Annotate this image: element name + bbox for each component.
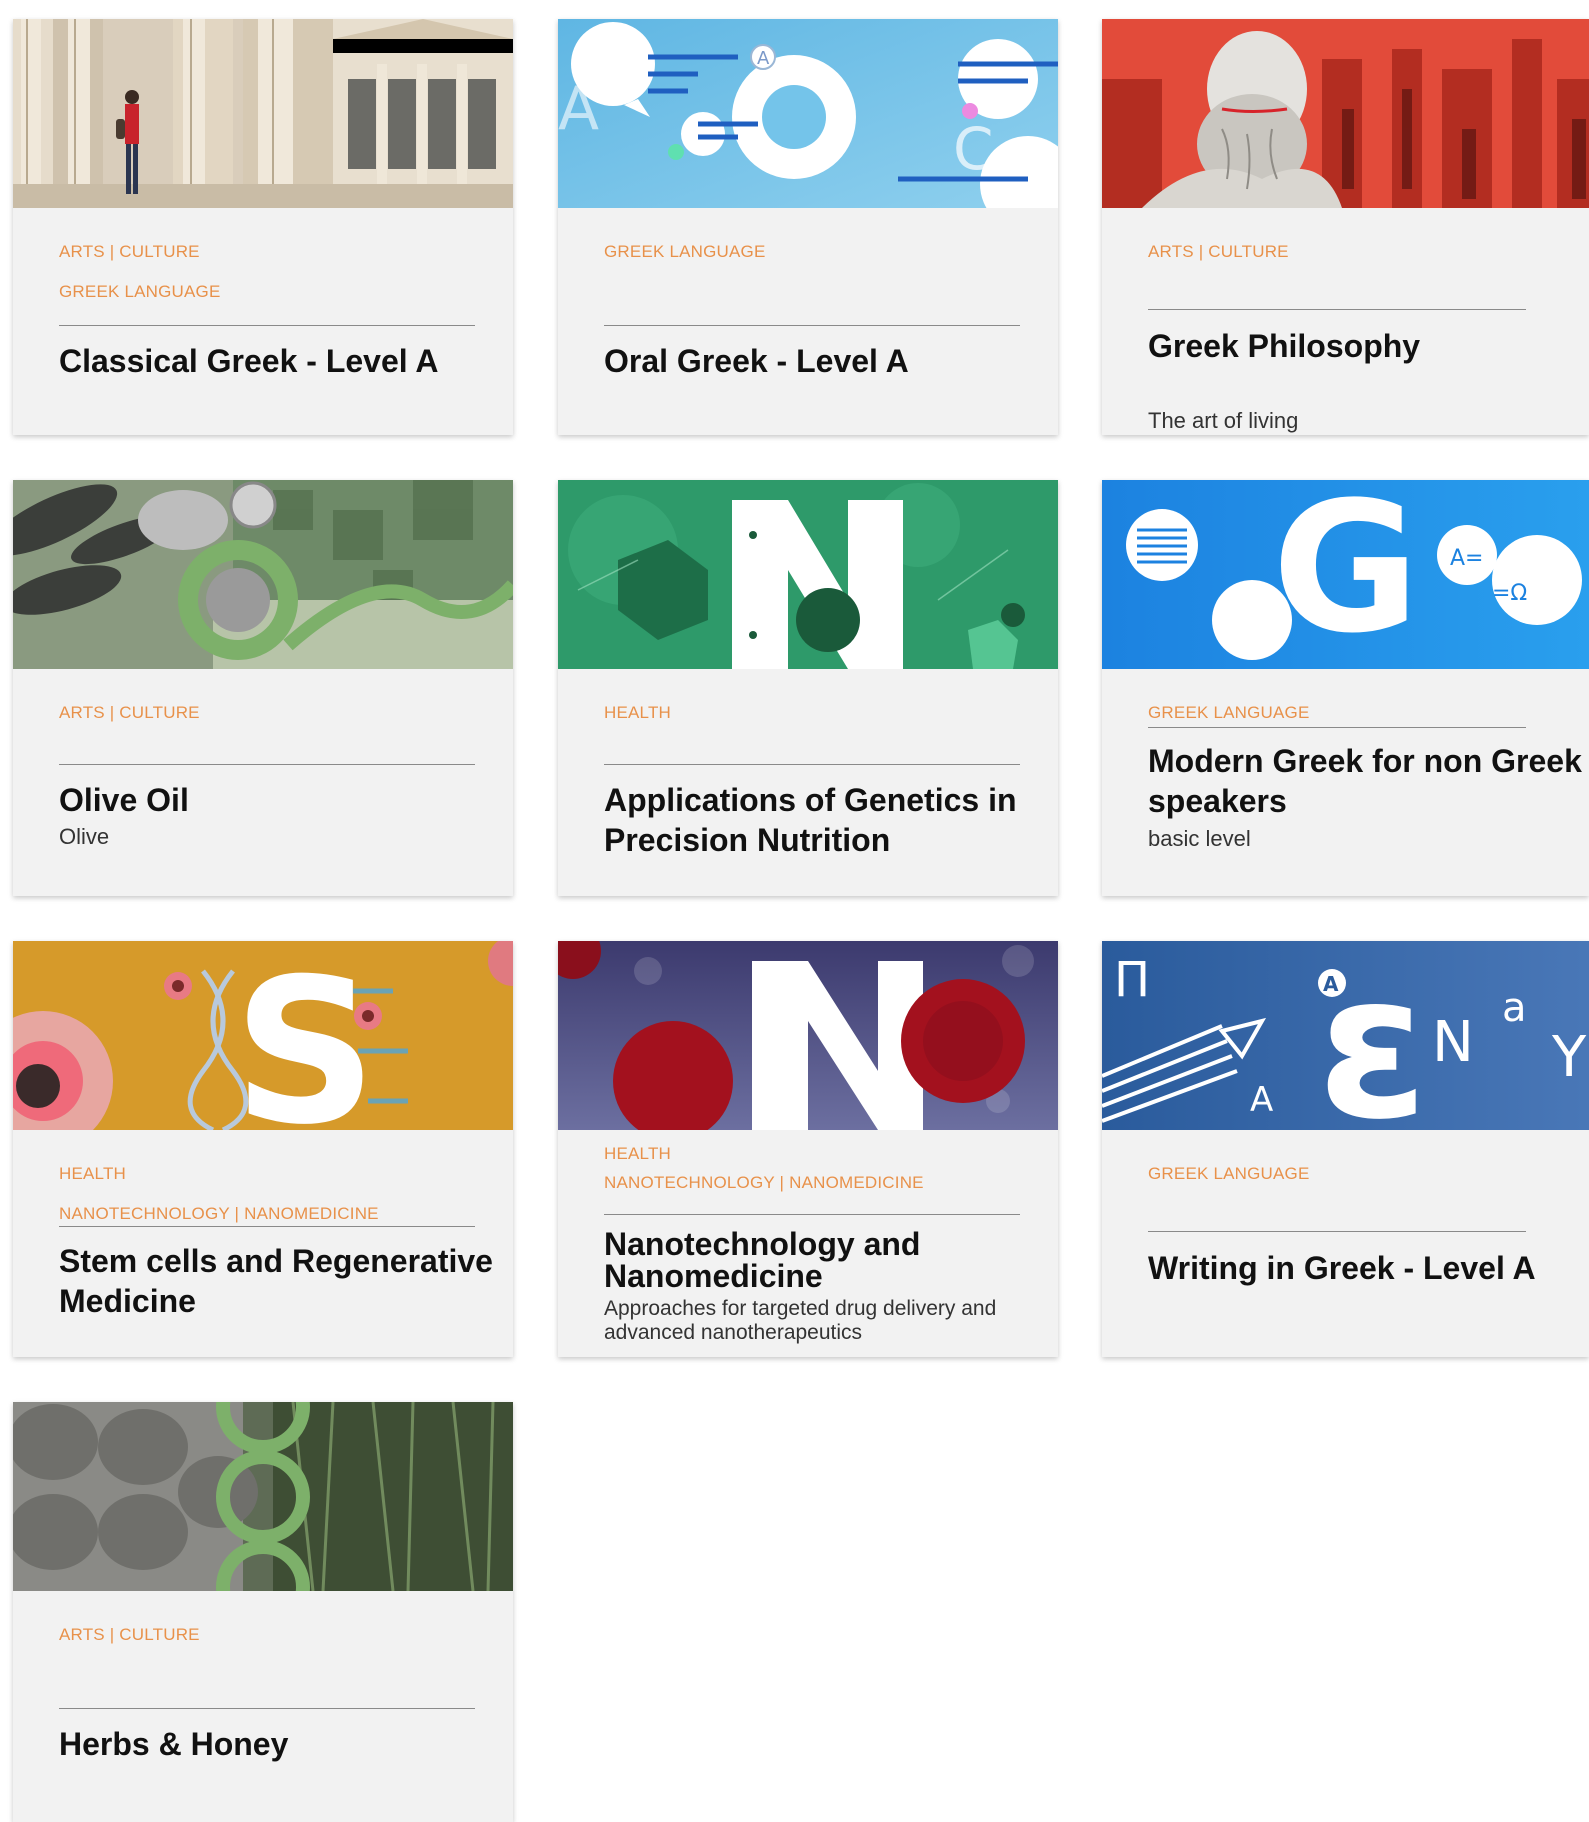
divider [59, 1226, 475, 1227]
course-thumbnail-letter-g[interactable]: G A= =Ω [1102, 480, 1589, 669]
card-body: ARTS | CULTURE Greek Philosophy The art … [1148, 208, 1551, 435]
svg-text:=Ω: =Ω [1492, 581, 1527, 606]
category-label[interactable]: ARTS | CULTURE [59, 242, 200, 262]
course-thumbnail-colonnade[interactable] [13, 19, 513, 208]
card-body: ARTS | CULTURE Olive Oil Olive [59, 669, 475, 896]
course-title[interactable]: Nanotechnology and Nanomedicine [604, 1228, 1058, 1292]
course-title[interactable]: Oral Greek - Level A [604, 341, 1058, 381]
svg-text:Y: Y [1551, 1025, 1587, 1090]
course-card-olive-oil[interactable]: ARTS | CULTURE Olive Oil Olive [13, 480, 513, 896]
svg-text:A: A [558, 74, 599, 144]
course-thumbnail-letter-n-green[interactable] [558, 480, 1058, 669]
card-body: GREEK LANGUAGE Oral Greek - Level A [604, 208, 1020, 435]
course-thumbnail-letter-epsilon[interactable]: Π A ε A N a Y [1102, 941, 1589, 1130]
category-label[interactable]: HEALTH [604, 1144, 671, 1164]
svg-text:A: A [1250, 1080, 1273, 1120]
divider [1148, 309, 1526, 310]
course-thumbnail-philosopher[interactable] [1102, 19, 1589, 208]
course-subtitle: Approaches for targeted drug delivery an… [604, 1297, 997, 1344]
card-body: GREEK LANGUAGE Modern Greek for non Gree… [1148, 669, 1582, 896]
category-label[interactable]: HEALTH [604, 703, 671, 723]
divider [604, 325, 1020, 326]
category-label[interactable]: ARTS | CULTURE [59, 703, 200, 723]
card-body: HEALTH NANOTECHNOLOGY | NANOMEDICINE Ste… [59, 1130, 493, 1357]
card-body: ARTS | CULTURE Herbs & Honey [59, 1591, 475, 1822]
svg-text:C: C [953, 115, 994, 183]
svg-text:a: a [1502, 985, 1527, 1031]
svg-text:S: S [233, 941, 377, 1130]
course-thumbnail-letter-s[interactable]: S [13, 941, 513, 1130]
svg-text:N: N [1432, 1010, 1474, 1075]
course-card-writing-greek[interactable]: Π A ε A N a Y GREEK LANGUAGE Writing in … [1102, 941, 1589, 1357]
course-card-classical-greek[interactable]: ARTS | CULTURE GREEK LANGUAGE Classical … [13, 19, 513, 435]
category-label[interactable]: NANOTECHNOLOGY | NANOMEDICINE [604, 1173, 924, 1193]
course-title[interactable]: Modern Greek for non Greek speakers [1148, 741, 1589, 821]
divider [1148, 727, 1526, 728]
card-body: HEALTH NANOTECHNOLOGY | NANOMEDICINE Nan… [604, 1130, 1020, 1357]
divider [1148, 1231, 1526, 1232]
course-thumbnail-herbs-honey[interactable] [13, 1402, 513, 1591]
course-title[interactable]: Herbs & Honey [59, 1724, 513, 1764]
divider [59, 1708, 475, 1709]
course-title[interactable]: Writing in Greek - Level A [1148, 1248, 1589, 1288]
course-title[interactable]: Classical Greek - Level A [59, 341, 513, 381]
category-label[interactable]: GREEK LANGUAGE [604, 242, 766, 262]
course-thumbnail-letter-n-red[interactable] [558, 941, 1058, 1130]
category-label[interactable]: GREEK LANGUAGE [1148, 703, 1310, 723]
divider [59, 325, 475, 326]
category-label[interactable]: GREEK LANGUAGE [1148, 1164, 1310, 1184]
course-title[interactable]: Greek Philosophy [1148, 326, 1589, 366]
course-card-stem-cells[interactable]: S HEALTH NANOTECHNOLOGY | NANOMEDICINE S… [13, 941, 513, 1357]
course-subtitle: Olive [59, 824, 110, 849]
card-body: ARTS | CULTURE GREEK LANGUAGE Classical … [59, 208, 475, 435]
divider [604, 764, 1020, 765]
category-label[interactable]: NANOTECHNOLOGY | NANOMEDICINE [59, 1204, 379, 1224]
svg-text:G: G [1272, 480, 1420, 669]
course-subtitle: The art of living [1148, 408, 1299, 433]
course-card-herbs-honey[interactable]: ARTS | CULTURE Herbs & Honey [13, 1402, 513, 1822]
course-title[interactable]: Stem cells and Regenerative Medicine [59, 1241, 513, 1321]
course-title[interactable]: Olive Oil [59, 780, 513, 820]
svg-text:A: A [757, 48, 770, 69]
course-thumbnail-olive[interactable] [13, 480, 513, 669]
course-thumbnail-letter-o[interactable]: A A C [558, 19, 1058, 208]
course-subtitle: basic level [1148, 826, 1251, 851]
course-card-modern-greek[interactable]: G A= =Ω GREEK LANGUAGE Modern Greek for … [1102, 480, 1589, 896]
divider [59, 764, 475, 765]
course-card-oral-greek[interactable]: A A C GREEK LANGUAGE Oral Greek - Level … [558, 19, 1058, 435]
course-title[interactable]: Applications of Genetics in Precision Nu… [604, 780, 1058, 860]
category-label[interactable]: HEALTH [59, 1164, 126, 1184]
svg-text:A: A [1323, 972, 1339, 996]
course-card-greek-philosophy[interactable]: ARTS | CULTURE Greek Philosophy The art … [1102, 19, 1589, 435]
category-label[interactable]: ARTS | CULTURE [59, 1625, 200, 1645]
divider [604, 1214, 1020, 1215]
category-label[interactable]: GREEK LANGUAGE [59, 282, 221, 302]
svg-text:Π: Π [1114, 952, 1150, 1008]
course-card-genetics-nutrition[interactable]: HEALTH Applications of Genetics in Preci… [558, 480, 1058, 896]
card-body: GREEK LANGUAGE Writing in Greek - Level … [1148, 1130, 1551, 1357]
svg-text:A=: A= [1450, 546, 1483, 571]
course-card-nanotechnology[interactable]: HEALTH NANOTECHNOLOGY | NANOMEDICINE Nan… [558, 941, 1058, 1357]
category-label[interactable]: ARTS | CULTURE [1148, 242, 1289, 262]
card-body: HEALTH Applications of Genetics in Preci… [604, 669, 1020, 896]
